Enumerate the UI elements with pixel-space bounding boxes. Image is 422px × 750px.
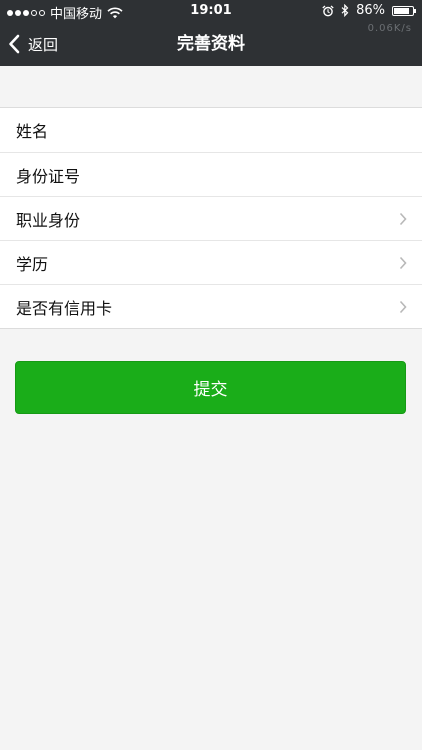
chevron-right-icon <box>399 212 407 225</box>
page-title: 完善资料 <box>177 34 245 54</box>
chevron-right-icon <box>399 300 407 313</box>
form-row-label: 职业身份 <box>16 210 81 230</box>
status-bar: 中国移动 19:01 86% <box>0 0 422 22</box>
form-row-label: 学历 <box>16 254 49 274</box>
chevron-left-icon <box>9 34 20 54</box>
top-bar: 中国移动 19:01 86% 0.06K/s 返回 完善资料 <box>0 0 422 66</box>
form-row[interactable]: 姓名 <box>0 108 422 152</box>
back-button[interactable]: 返回 <box>8 22 58 66</box>
status-right: 86% <box>322 3 416 18</box>
profile-form: 姓名身份证号职业身份学历是否有信用卡 <box>0 107 422 329</box>
back-label: 返回 <box>28 35 59 54</box>
form-row[interactable]: 学历 <box>0 240 422 284</box>
chevron-right-icon <box>399 256 407 269</box>
form-row[interactable]: 职业身份 <box>0 196 422 240</box>
battery-icon <box>392 5 416 16</box>
bluetooth-icon <box>341 4 349 17</box>
battery-level-fill <box>394 7 410 14</box>
form-row-label: 身份证号 <box>16 166 81 186</box>
form-row[interactable]: 身份证号 <box>0 152 422 196</box>
form-row[interactable]: 是否有信用卡 <box>0 284 422 328</box>
navigation-bar: 返回 完善资料 <box>0 22 422 66</box>
alarm-icon <box>322 5 334 16</box>
battery-percentage: 86% <box>356 3 385 18</box>
submit-button[interactable]: 提交 <box>15 361 406 414</box>
form-row-label: 是否有信用卡 <box>16 298 113 318</box>
form-row-label: 姓名 <box>16 122 49 141</box>
